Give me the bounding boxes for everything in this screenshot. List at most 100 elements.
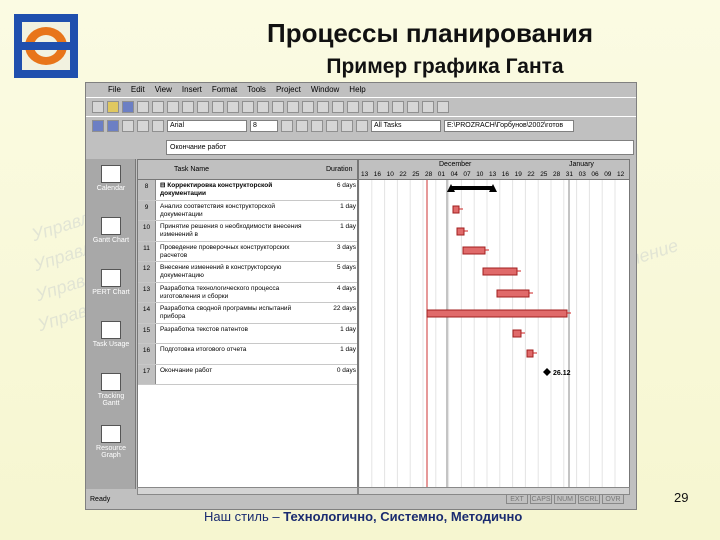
task-bar: [452, 205, 460, 214]
zoom-in-icon[interactable]: [362, 100, 374, 113]
view-button[interactable]: Resource Graph: [90, 425, 132, 459]
timescale-day: 31: [565, 171, 574, 178]
summary-bar: [451, 186, 493, 190]
view-bar: Calendar Gantt Chart PERT Chart Task Usage T…: [86, 159, 136, 489]
spelling-icon[interactable]: [167, 100, 179, 113]
task-id: 11: [138, 241, 156, 261]
show-icon[interactable]: [152, 119, 164, 132]
gantt-bars: 26.12: [359, 180, 616, 488]
menu-item[interactable]: Insert: [182, 85, 202, 94]
align-center-icon[interactable]: [341, 119, 353, 132]
task-notes-icon[interactable]: [332, 100, 344, 113]
view-button[interactable]: PERT Chart: [90, 269, 132, 296]
align-left-icon[interactable]: [326, 119, 338, 132]
unlink-tasks-icon[interactable]: [287, 100, 299, 113]
print-icon[interactable]: [137, 100, 149, 113]
timescale-day: 09: [604, 171, 612, 178]
print-preview-icon[interactable]: [152, 100, 164, 113]
zoom-out-icon[interactable]: [377, 100, 389, 113]
task-row[interactable]: 10 Принятие решения о необходимости внесе…: [138, 221, 357, 242]
menu-item[interactable]: Window: [311, 85, 339, 94]
filter-select[interactable]: All Tasks: [371, 119, 441, 132]
task-name: Анализ соответствия конструкторской доку…: [160, 202, 276, 218]
link-tasks-icon[interactable]: [272, 100, 284, 113]
task-row[interactable]: 17 Окончание работ 0 days: [138, 364, 357, 385]
ms-project-window: File Edit View Insert Format Tools Project Wind…: [85, 82, 637, 510]
paste-icon[interactable]: [212, 100, 224, 113]
format-painter-icon[interactable]: [227, 100, 239, 113]
task-row[interactable]: 9 Анализ соответствия конструкторской док…: [138, 200, 357, 221]
menu-item[interactable]: View: [155, 85, 172, 94]
task-row[interactable]: 14 Разработка сводной программы испытаний…: [138, 303, 357, 324]
view-button[interactable]: Tracking Gantt: [90, 373, 132, 407]
task-row[interactable]: 11 Проведение проверочных конструкторских…: [138, 241, 357, 262]
task-row[interactable]: 16 Подготовка итогового отчета 1 day: [138, 344, 357, 365]
gantt-wizard-icon[interactable]: [422, 100, 434, 113]
milestone-label: 26.12: [553, 370, 571, 377]
timescale-day: 10: [386, 171, 394, 178]
help-icon[interactable]: [437, 100, 449, 113]
task-row[interactable]: 13 Разработка технологического процесса и…: [138, 282, 357, 303]
underline-icon[interactable]: [311, 119, 323, 132]
split-task-icon[interactable]: [302, 100, 314, 113]
duration-header[interactable]: Duration: [326, 166, 352, 173]
view-label: Calendar: [96, 185, 126, 192]
indent-icon[interactable]: [107, 119, 119, 132]
view-label: Resource Graph: [96, 445, 126, 459]
task-name-header[interactable]: Task Name: [174, 166, 209, 173]
timescale-day: 16: [373, 171, 382, 178]
menu-item[interactable]: Format: [212, 85, 237, 94]
path-select[interactable]: E:\PROZRACH\Горбунов\2002\готов: [444, 119, 574, 132]
task-name: Разработка сводной программы испытаний п…: [160, 305, 292, 320]
outdent-icon[interactable]: [92, 119, 104, 132]
align-right-icon[interactable]: [356, 119, 368, 132]
task-row[interactable]: 8 ⊟ Корректировка конструкторской докумен…: [138, 180, 357, 201]
menu-item[interactable]: Edit: [131, 85, 145, 94]
view-icon: [101, 269, 121, 287]
save-icon[interactable]: [122, 100, 134, 113]
task-id: 10: [138, 221, 156, 241]
menu-item[interactable]: Help: [349, 85, 365, 94]
bold-icon[interactable]: [281, 119, 293, 132]
view-icon: [101, 165, 121, 183]
task-duration: 1 day: [340, 202, 356, 210]
task-row[interactable]: 12 Внесение изменений в конструкторскую д…: [138, 262, 357, 283]
view-button[interactable]: Task Usage: [90, 321, 132, 348]
show-subtasks-icon[interactable]: [122, 119, 134, 132]
hide-subtasks-icon[interactable]: [137, 119, 149, 132]
view-button[interactable]: Calendar: [90, 165, 132, 192]
task-bar: [462, 246, 486, 255]
menu-item[interactable]: Project: [276, 85, 301, 94]
timescale-day: 25: [540, 171, 548, 178]
font-size-select[interactable]: 8: [250, 119, 278, 132]
view-button[interactable]: Gantt Chart: [90, 217, 132, 244]
copy-picture-icon[interactable]: [407, 100, 419, 113]
status-indicator: NUM: [554, 494, 576, 504]
page-number: 29: [674, 490, 689, 505]
new-file-icon[interactable]: [92, 100, 104, 113]
open-folder-icon[interactable]: [107, 100, 119, 113]
cut-icon[interactable]: [182, 100, 194, 113]
task-name: Принятие решения о необходимости внесени…: [160, 223, 302, 238]
status-indicator: CAPS: [530, 494, 552, 504]
task-id: 8: [138, 180, 156, 200]
insert-hyperlink-icon[interactable]: [257, 100, 269, 113]
task-name: Разработка текстов патентов: [160, 325, 248, 333]
menu-item[interactable]: File: [108, 85, 121, 94]
formatting-toolbar: Arial 8 All Tasks E:\PROZRACH\Горбунов\2…: [86, 116, 636, 134]
task-info-icon[interactable]: [317, 100, 329, 113]
copy-icon[interactable]: [197, 100, 209, 113]
task-bar: [496, 289, 530, 298]
task-duration: 6 days: [336, 182, 356, 189]
task-row[interactable]: 15 Разработка текстов патентов 1 day: [138, 323, 357, 344]
italic-icon[interactable]: [296, 119, 308, 132]
task-id: 17: [138, 364, 156, 384]
view-label: PERT Chart: [92, 289, 130, 296]
menu-item[interactable]: Tools: [247, 85, 266, 94]
goto-task-icon[interactable]: [392, 100, 404, 113]
entry-bar[interactable]: Окончание работ: [166, 140, 634, 155]
undo-icon[interactable]: [242, 100, 254, 113]
font-select[interactable]: Arial: [167, 119, 247, 132]
company-logo: [14, 14, 78, 78]
assign-resources-icon[interactable]: [347, 100, 359, 113]
